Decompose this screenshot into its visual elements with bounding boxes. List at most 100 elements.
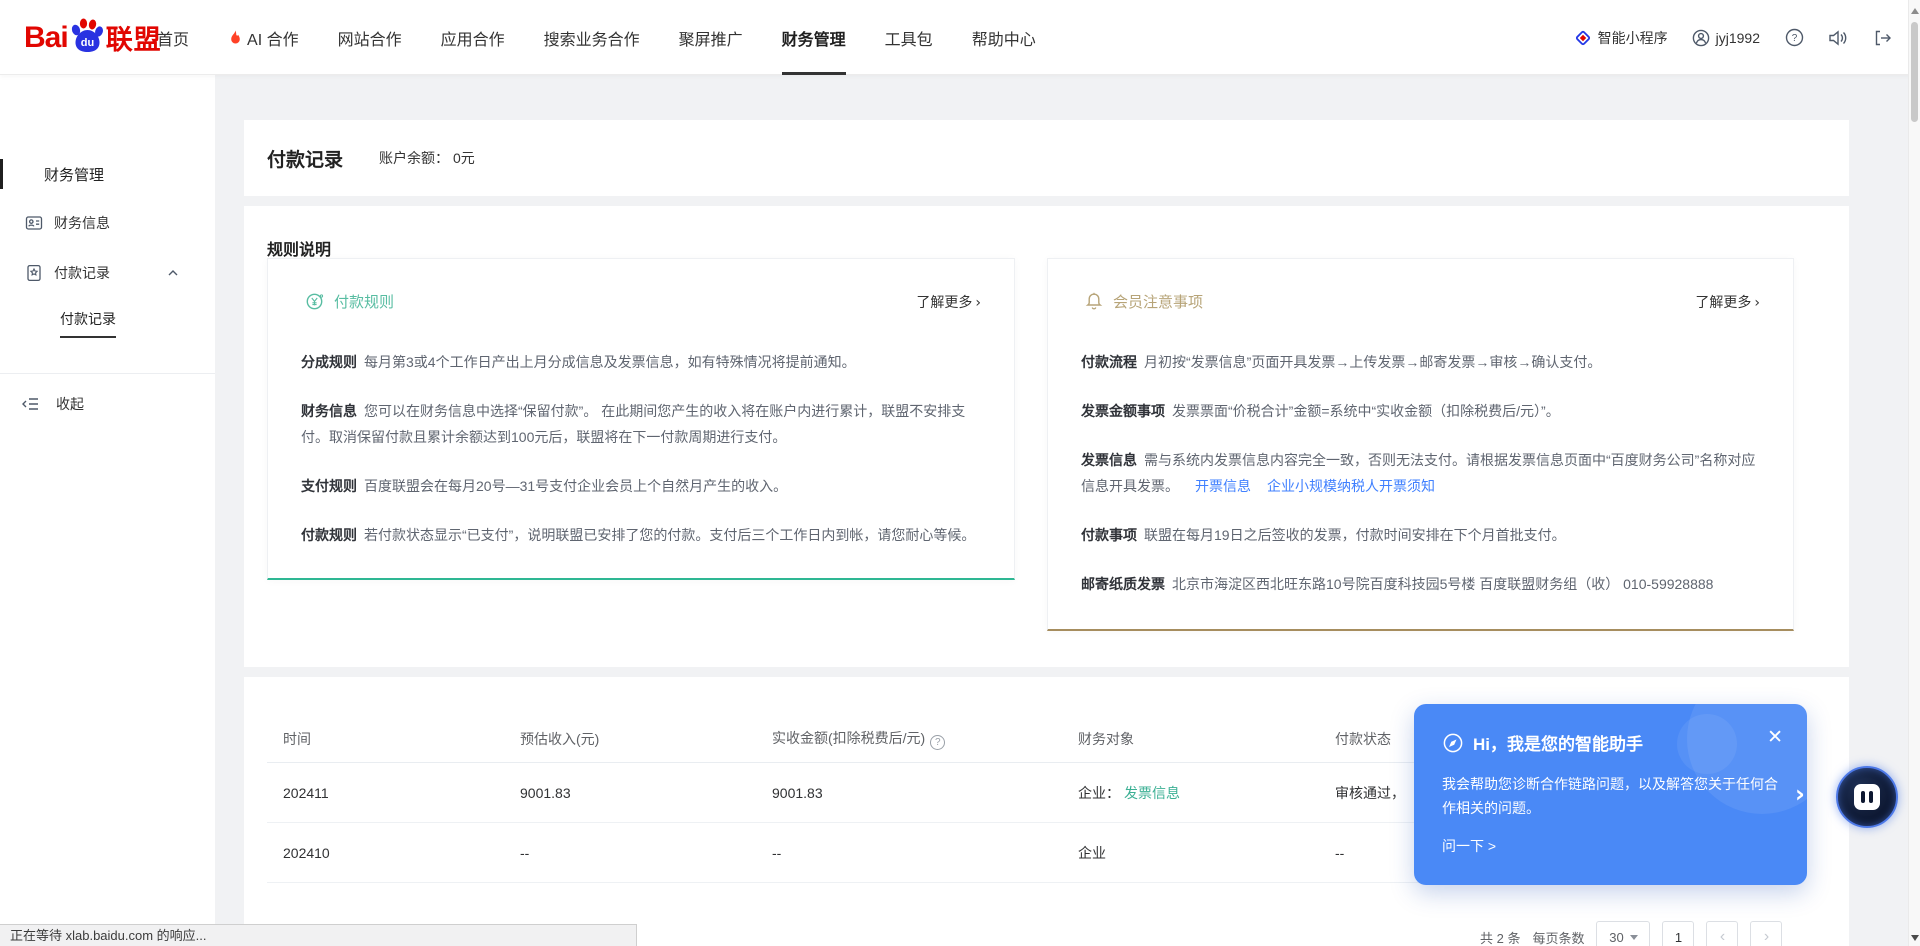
assistant-popup: Hi，我是您的智能助手 ✕ 我会帮助您诊断合作链路问题，以及解答您关于任何合作相… bbox=[1414, 704, 1807, 885]
payment-rules-card: 付款规则 了解更多› 分成规则每月第3或4个工作日产出上月分成信息及发票信息，如… bbox=[267, 258, 1015, 580]
cell-time: 202410 bbox=[283, 845, 520, 861]
rule-paragraph: 付款规则若付款状态显示“已支付”，说明联盟已安排了您的付款。支付后三个工作日内到… bbox=[301, 522, 989, 548]
logout-icon[interactable] bbox=[1872, 28, 1892, 48]
assistant-avatar-button[interactable] bbox=[1836, 766, 1898, 828]
logo-text-union: 联盟 bbox=[106, 18, 162, 57]
balance-value: 0元 bbox=[453, 150, 475, 166]
scroll-up-arrow-icon[interactable] bbox=[1911, 8, 1919, 14]
pagination: 共 2 条 每页条数 30 1 ‹ › bbox=[1480, 920, 1782, 946]
sidebar-section-title: 财务管理 bbox=[0, 159, 215, 189]
close-icon[interactable]: ✕ bbox=[1767, 726, 1783, 749]
finance-info-icon bbox=[25, 214, 43, 232]
cell-entity: 企业：发票信息 bbox=[1078, 783, 1335, 803]
member-notice-header: 会员注意事项 bbox=[1084, 291, 1203, 312]
nav-right-tools: 智能小程序 jyj1992 ? bbox=[1574, 0, 1892, 75]
invoice-info-link[interactable]: 开票信息 bbox=[1195, 478, 1251, 494]
rules-section-title: 规则说明 bbox=[267, 236, 331, 260]
chevron-right-icon: › bbox=[975, 295, 981, 311]
per-page-select[interactable]: 30 bbox=[1596, 921, 1650, 946]
question-circle-icon[interactable]: ? bbox=[930, 735, 945, 750]
rule-paragraph: 邮寄纸质发票北京市海淀区西北旺东路10号院百度科技园5号楼 百度联盟财务组（收）… bbox=[1081, 571, 1769, 597]
compass-icon bbox=[1442, 732, 1464, 754]
account-balance: 账户余额：0元 bbox=[379, 148, 475, 168]
baidu-union-logo[interactable]: Bai du 联盟 bbox=[24, 0, 162, 75]
top-navigation: Bai du 联盟 首页 AI 合作 网站合作 应用合作 搜索业务合作 聚屏推广… bbox=[0, 0, 1920, 75]
nav-item-website[interactable]: 网站合作 bbox=[338, 0, 402, 75]
bell-icon bbox=[1084, 291, 1104, 312]
caret-down-icon bbox=[1630, 935, 1638, 940]
svg-text:du: du bbox=[80, 37, 93, 49]
flame-icon bbox=[228, 30, 242, 46]
cell-received: -- bbox=[772, 845, 1078, 861]
sidebar-divider bbox=[0, 373, 215, 374]
sidebar-item-finance-info[interactable]: 财务信息 bbox=[0, 208, 215, 238]
nav-item-home[interactable]: 首页 bbox=[157, 0, 189, 75]
miniprogram-entry[interactable]: 智能小程序 bbox=[1574, 28, 1668, 48]
page-header-card: 付款记录 账户余额：0元 bbox=[244, 120, 1849, 196]
nav-item-toolkit[interactable]: 工具包 bbox=[885, 0, 933, 75]
rule-paragraph: 分成规则每月第3或4个工作日产出上月分成信息及发票信息，如有特殊情况将提前通知。 bbox=[301, 349, 989, 375]
rule-paragraph: 支付规则百度联盟会在每月20号—31号支付企业会员上个自然月产生的收入。 bbox=[301, 473, 989, 499]
payment-record-icon bbox=[25, 264, 43, 282]
scrollbar-thumb[interactable] bbox=[1911, 22, 1918, 122]
cell-estimated: -- bbox=[520, 845, 772, 861]
baidu-paw-icon: du bbox=[69, 16, 105, 54]
scroll-down-arrow-icon[interactable] bbox=[1911, 935, 1919, 941]
next-page-button[interactable]: › bbox=[1750, 921, 1782, 946]
invoice-info-table-link[interactable]: 发票信息 bbox=[1124, 785, 1180, 801]
chevron-right-icon: › bbox=[1754, 295, 1760, 311]
col-received: 实收金额(扣除税费后/元)? bbox=[772, 728, 1078, 750]
nav-item-help-center[interactable]: 帮助中心 bbox=[972, 0, 1036, 75]
logo-text-bai: Bai bbox=[24, 21, 68, 55]
nav-item-screen-promo[interactable]: 聚屏推广 bbox=[679, 0, 743, 75]
chevron-left-icon: ‹ bbox=[1720, 928, 1725, 946]
sidebar-subitem-payment-record[interactable]: 付款记录 bbox=[60, 308, 116, 338]
ask-now-link[interactable]: 问一下 > bbox=[1442, 836, 1496, 856]
pause-bot-icon bbox=[1854, 784, 1880, 810]
prev-page-button[interactable]: ‹ bbox=[1706, 921, 1738, 946]
assistant-title: Hi，我是您的智能助手 bbox=[1473, 730, 1643, 755]
chevron-up-icon bbox=[166, 266, 180, 280]
col-estimated: 预估收入(元) bbox=[520, 729, 772, 749]
nav-item-app[interactable]: 应用合作 bbox=[441, 0, 505, 75]
assistant-expand-arrow-icon[interactable]: › bbox=[1795, 780, 1805, 808]
per-page-label: 每页条数 bbox=[1532, 928, 1584, 946]
payment-rules-more-link[interactable]: 了解更多› bbox=[916, 292, 981, 312]
rule-paragraph: 发票金额事项发票票面“价税合计”金额=系统中“实收金额（扣除税费后/元）”。 bbox=[1081, 398, 1769, 424]
nav-item-search-business[interactable]: 搜索业务合作 bbox=[544, 0, 640, 75]
speaker-icon[interactable] bbox=[1828, 28, 1848, 48]
sidebar-collapse-button[interactable]: 收起 bbox=[0, 389, 215, 419]
collapse-icon bbox=[21, 396, 40, 412]
rule-paragraph: 付款事项联盟在每月19日之后签收的发票，付款时间安排在下个月首批支付。 bbox=[1081, 522, 1769, 548]
assistant-header: Hi，我是您的智能助手 bbox=[1442, 730, 1643, 755]
nav-item-ai-cooperation[interactable]: AI 合作 bbox=[228, 0, 299, 75]
vertical-scrollbar[interactable] bbox=[1908, 0, 1920, 946]
member-notice-more-link[interactable]: 了解更多› bbox=[1695, 292, 1760, 312]
sidebar-item-payment-record[interactable]: 付款记录 bbox=[0, 258, 215, 288]
cell-time: 202411 bbox=[283, 785, 520, 801]
cell-estimated: 9001.83 bbox=[520, 785, 772, 801]
sidebar: 财务管理 财务信息 付款记录 付款记录 bbox=[0, 75, 215, 946]
user-icon bbox=[1692, 29, 1710, 47]
col-time: 时间 bbox=[283, 729, 520, 749]
cell-entity: 企业 bbox=[1078, 843, 1335, 863]
rule-paragraph: 付款流程月初按“发票信息”页面开具发票→上传发票→邮寄发票→审核→确认支付。 bbox=[1081, 349, 1769, 375]
svg-text:?: ? bbox=[1791, 33, 1797, 44]
page-number-button[interactable]: 1 bbox=[1662, 921, 1694, 946]
cell-received: 9001.83 bbox=[772, 785, 1078, 801]
coin-yuan-icon bbox=[304, 291, 325, 312]
rules-section: 规则说明 付款规则 了解更多› 分成规则每月第3或4个工作日产出上月分成信息及发… bbox=[244, 206, 1849, 667]
page-title: 付款记录 bbox=[267, 145, 343, 172]
rule-paragraph: 发票信息需与系统内发票信息内容完全一致，否则无法支付。请根据发票信息页面中“百度… bbox=[1081, 447, 1769, 499]
user-account[interactable]: jyj1992 bbox=[1692, 29, 1760, 47]
payment-rules-header: 付款规则 bbox=[304, 291, 394, 312]
total-count: 共 2 条 bbox=[1480, 928, 1520, 946]
member-notice-card: 会员注意事项 了解更多› 付款流程月初按“发票信息”页面开具发票→上传发票→邮寄… bbox=[1047, 258, 1794, 631]
col-entity: 财务对象 bbox=[1078, 729, 1335, 749]
miniprogram-diamond-icon bbox=[1574, 29, 1592, 47]
nav-item-finance[interactable]: 财务管理 bbox=[782, 0, 846, 75]
chevron-right-icon: › bbox=[1764, 928, 1769, 946]
main-menu: 首页 AI 合作 网站合作 应用合作 搜索业务合作 聚屏推广 财务管理 工具包 … bbox=[157, 0, 1036, 75]
small-taxpayer-guide-link[interactable]: 企业小规模纳税人开票须知 bbox=[1267, 478, 1435, 494]
help-icon[interactable]: ? bbox=[1784, 28, 1804, 48]
